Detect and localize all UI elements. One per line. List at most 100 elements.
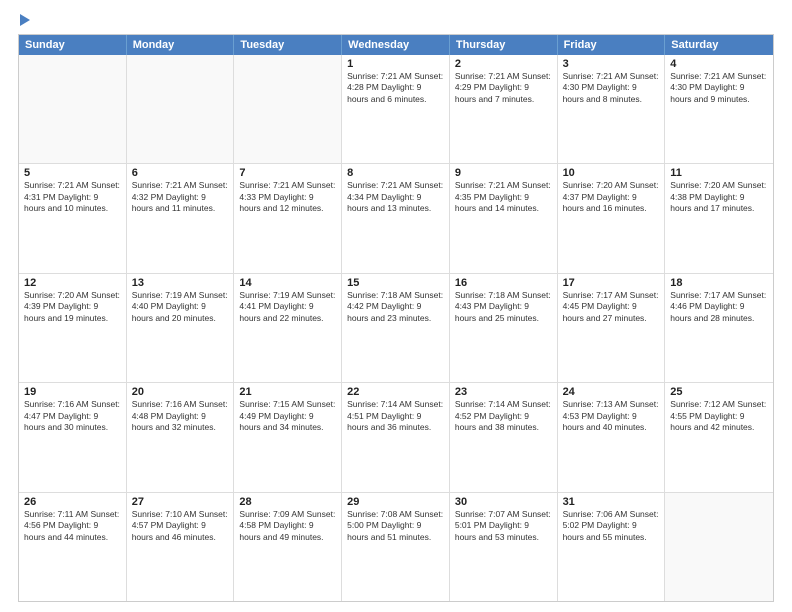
calendar-week-row: 5Sunrise: 7:21 AM Sunset: 4:31 PM Daylig…: [19, 164, 773, 273]
calendar-empty-cell: [19, 55, 127, 163]
day-number: 15: [347, 277, 444, 289]
day-info: Sunrise: 7:21 AM Sunset: 4:33 PM Dayligh…: [239, 180, 336, 214]
day-info: Sunrise: 7:17 AM Sunset: 4:45 PM Dayligh…: [563, 290, 660, 324]
day-info: Sunrise: 7:13 AM Sunset: 4:53 PM Dayligh…: [563, 399, 660, 433]
calendar-day-cell: 9Sunrise: 7:21 AM Sunset: 4:35 PM Daylig…: [450, 164, 558, 272]
page: SundayMondayTuesdayWednesdayThursdayFrid…: [0, 0, 792, 612]
calendar-day-cell: 22Sunrise: 7:14 AM Sunset: 4:51 PM Dayli…: [342, 383, 450, 491]
calendar-day-cell: 17Sunrise: 7:17 AM Sunset: 4:45 PM Dayli…: [558, 274, 666, 382]
calendar-day-cell: 27Sunrise: 7:10 AM Sunset: 4:57 PM Dayli…: [127, 493, 235, 601]
day-number: 5: [24, 167, 121, 179]
calendar: SundayMondayTuesdayWednesdayThursdayFrid…: [18, 34, 774, 602]
day-number: 7: [239, 167, 336, 179]
day-info: Sunrise: 7:07 AM Sunset: 5:01 PM Dayligh…: [455, 509, 552, 543]
calendar-header-row: SundayMondayTuesdayWednesdayThursdayFrid…: [19, 35, 773, 55]
day-number: 8: [347, 167, 444, 179]
calendar-header-cell: Saturday: [665, 35, 773, 55]
day-info: Sunrise: 7:21 AM Sunset: 4:31 PM Dayligh…: [24, 180, 121, 214]
calendar-day-cell: 7Sunrise: 7:21 AM Sunset: 4:33 PM Daylig…: [234, 164, 342, 272]
day-number: 17: [563, 277, 660, 289]
calendar-day-cell: 4Sunrise: 7:21 AM Sunset: 4:30 PM Daylig…: [665, 55, 773, 163]
calendar-empty-cell: [665, 493, 773, 601]
day-number: 28: [239, 496, 336, 508]
calendar-header-cell: Tuesday: [234, 35, 342, 55]
day-number: 9: [455, 167, 552, 179]
calendar-empty-cell: [234, 55, 342, 163]
day-info: Sunrise: 7:21 AM Sunset: 4:28 PM Dayligh…: [347, 71, 444, 105]
day-number: 19: [24, 386, 121, 398]
day-number: 13: [132, 277, 229, 289]
day-info: Sunrise: 7:09 AM Sunset: 4:58 PM Dayligh…: [239, 509, 336, 543]
day-number: 29: [347, 496, 444, 508]
day-info: Sunrise: 7:12 AM Sunset: 4:55 PM Dayligh…: [670, 399, 768, 433]
day-number: 31: [563, 496, 660, 508]
day-number: 4: [670, 58, 768, 70]
day-number: 6: [132, 167, 229, 179]
day-number: 10: [563, 167, 660, 179]
day-info: Sunrise: 7:17 AM Sunset: 4:46 PM Dayligh…: [670, 290, 768, 324]
calendar-day-cell: 2Sunrise: 7:21 AM Sunset: 4:29 PM Daylig…: [450, 55, 558, 163]
day-number: 24: [563, 386, 660, 398]
header: [18, 16, 774, 26]
calendar-day-cell: 23Sunrise: 7:14 AM Sunset: 4:52 PM Dayli…: [450, 383, 558, 491]
calendar-day-cell: 26Sunrise: 7:11 AM Sunset: 4:56 PM Dayli…: [19, 493, 127, 601]
calendar-day-cell: 30Sunrise: 7:07 AM Sunset: 5:01 PM Dayli…: [450, 493, 558, 601]
calendar-day-cell: 11Sunrise: 7:20 AM Sunset: 4:38 PM Dayli…: [665, 164, 773, 272]
calendar-header-cell: Thursday: [450, 35, 558, 55]
calendar-day-cell: 10Sunrise: 7:20 AM Sunset: 4:37 PM Dayli…: [558, 164, 666, 272]
day-info: Sunrise: 7:14 AM Sunset: 4:51 PM Dayligh…: [347, 399, 444, 433]
calendar-day-cell: 1Sunrise: 7:21 AM Sunset: 4:28 PM Daylig…: [342, 55, 450, 163]
day-info: Sunrise: 7:06 AM Sunset: 5:02 PM Dayligh…: [563, 509, 660, 543]
calendar-week-row: 19Sunrise: 7:16 AM Sunset: 4:47 PM Dayli…: [19, 383, 773, 492]
calendar-day-cell: 20Sunrise: 7:16 AM Sunset: 4:48 PM Dayli…: [127, 383, 235, 491]
day-number: 21: [239, 386, 336, 398]
calendar-day-cell: 19Sunrise: 7:16 AM Sunset: 4:47 PM Dayli…: [19, 383, 127, 491]
day-number: 14: [239, 277, 336, 289]
calendar-week-row: 12Sunrise: 7:20 AM Sunset: 4:39 PM Dayli…: [19, 274, 773, 383]
day-info: Sunrise: 7:21 AM Sunset: 4:30 PM Dayligh…: [670, 71, 768, 105]
day-number: 12: [24, 277, 121, 289]
day-number: 20: [132, 386, 229, 398]
day-number: 3: [563, 58, 660, 70]
calendar-header-cell: Sunday: [19, 35, 127, 55]
logo-arrow-icon: [20, 14, 30, 26]
calendar-empty-cell: [127, 55, 235, 163]
day-info: Sunrise: 7:21 AM Sunset: 4:34 PM Dayligh…: [347, 180, 444, 214]
calendar-day-cell: 8Sunrise: 7:21 AM Sunset: 4:34 PM Daylig…: [342, 164, 450, 272]
day-info: Sunrise: 7:20 AM Sunset: 4:37 PM Dayligh…: [563, 180, 660, 214]
day-info: Sunrise: 7:21 AM Sunset: 4:35 PM Dayligh…: [455, 180, 552, 214]
day-info: Sunrise: 7:08 AM Sunset: 5:00 PM Dayligh…: [347, 509, 444, 543]
calendar-week-row: 1Sunrise: 7:21 AM Sunset: 4:28 PM Daylig…: [19, 55, 773, 164]
day-info: Sunrise: 7:20 AM Sunset: 4:38 PM Dayligh…: [670, 180, 768, 214]
day-number: 22: [347, 386, 444, 398]
day-number: 16: [455, 277, 552, 289]
day-number: 18: [670, 277, 768, 289]
calendar-day-cell: 3Sunrise: 7:21 AM Sunset: 4:30 PM Daylig…: [558, 55, 666, 163]
calendar-day-cell: 5Sunrise: 7:21 AM Sunset: 4:31 PM Daylig…: [19, 164, 127, 272]
calendar-day-cell: 15Sunrise: 7:18 AM Sunset: 4:42 PM Dayli…: [342, 274, 450, 382]
day-number: 27: [132, 496, 229, 508]
calendar-day-cell: 13Sunrise: 7:19 AM Sunset: 4:40 PM Dayli…: [127, 274, 235, 382]
day-info: Sunrise: 7:14 AM Sunset: 4:52 PM Dayligh…: [455, 399, 552, 433]
logo: [18, 16, 30, 26]
day-info: Sunrise: 7:21 AM Sunset: 4:32 PM Dayligh…: [132, 180, 229, 214]
day-info: Sunrise: 7:15 AM Sunset: 4:49 PM Dayligh…: [239, 399, 336, 433]
day-number: 25: [670, 386, 768, 398]
day-number: 26: [24, 496, 121, 508]
calendar-day-cell: 25Sunrise: 7:12 AM Sunset: 4:55 PM Dayli…: [665, 383, 773, 491]
day-number: 2: [455, 58, 552, 70]
day-info: Sunrise: 7:10 AM Sunset: 4:57 PM Dayligh…: [132, 509, 229, 543]
day-info: Sunrise: 7:21 AM Sunset: 4:29 PM Dayligh…: [455, 71, 552, 105]
calendar-header-cell: Wednesday: [342, 35, 450, 55]
day-info: Sunrise: 7:19 AM Sunset: 4:41 PM Dayligh…: [239, 290, 336, 324]
day-number: 1: [347, 58, 444, 70]
day-info: Sunrise: 7:20 AM Sunset: 4:39 PM Dayligh…: [24, 290, 121, 324]
day-info: Sunrise: 7:11 AM Sunset: 4:56 PM Dayligh…: [24, 509, 121, 543]
calendar-day-cell: 12Sunrise: 7:20 AM Sunset: 4:39 PM Dayli…: [19, 274, 127, 382]
calendar-day-cell: 6Sunrise: 7:21 AM Sunset: 4:32 PM Daylig…: [127, 164, 235, 272]
calendar-day-cell: 29Sunrise: 7:08 AM Sunset: 5:00 PM Dayli…: [342, 493, 450, 601]
calendar-body: 1Sunrise: 7:21 AM Sunset: 4:28 PM Daylig…: [19, 55, 773, 601]
day-info: Sunrise: 7:16 AM Sunset: 4:48 PM Dayligh…: [132, 399, 229, 433]
calendar-day-cell: 18Sunrise: 7:17 AM Sunset: 4:46 PM Dayli…: [665, 274, 773, 382]
day-info: Sunrise: 7:19 AM Sunset: 4:40 PM Dayligh…: [132, 290, 229, 324]
